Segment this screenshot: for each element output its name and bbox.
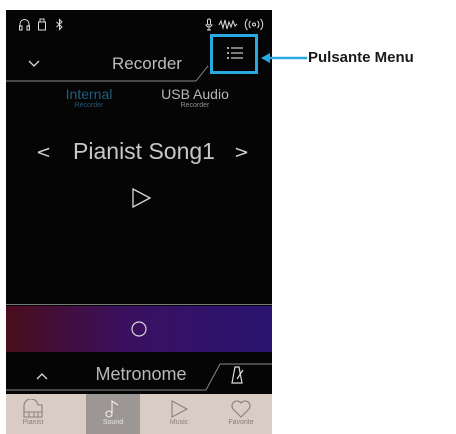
heart-icon — [231, 400, 251, 418]
nav-label: Pianist — [22, 419, 44, 426]
play-icon — [171, 400, 189, 418]
callout-arrow-icon — [261, 53, 307, 63]
divider — [6, 304, 272, 305]
tab-internal-recorder[interactable]: Internal Recorder — [34, 86, 144, 109]
song-title: Pianist Song1 — [73, 138, 215, 164]
metronome-bar: Metronome — [6, 356, 272, 398]
metronome-icon[interactable] — [226, 364, 248, 390]
nav-music[interactable]: Music — [152, 394, 206, 434]
nav-label: Favorite — [228, 419, 254, 426]
nav-label: Sound — [102, 419, 124, 426]
menu-button[interactable] — [210, 34, 258, 74]
recorder-title: Recorder — [112, 54, 182, 73]
nav-sound[interactable]: Sound — [86, 394, 140, 434]
record-bar[interactable] — [6, 306, 272, 352]
piano-icon — [23, 399, 43, 418]
metronome-title: Metronome — [95, 364, 187, 384]
next-song-button[interactable]: > — [234, 142, 249, 163]
record-icon — [131, 321, 147, 337]
music-note-icon — [105, 399, 119, 418]
nav-label: Music — [169, 419, 189, 426]
audio-wave-icon — [218, 18, 238, 34]
callout-label: Pulsante Menu — [308, 49, 414, 66]
mic-icon — [205, 18, 213, 34]
collapse-chevron-icon[interactable] — [28, 54, 40, 72]
tab-sublabel: Recorder — [74, 102, 104, 109]
tab-sublabel: Recorder — [180, 102, 210, 109]
song-selector: < Pianist Song1 > — [6, 134, 272, 174]
play-icon — [132, 187, 152, 209]
wireless-icon — [244, 18, 264, 34]
nav-favorite[interactable]: Favorite — [214, 394, 268, 434]
usb-memory-icon — [37, 18, 47, 34]
tab-label: Internal — [65, 86, 113, 102]
list-menu-icon — [227, 47, 243, 59]
headphones-icon — [18, 18, 31, 34]
nav-pianist[interactable]: Pianist — [6, 394, 60, 434]
bluetooth-icon — [55, 18, 64, 34]
expand-chevron-icon[interactable] — [36, 368, 48, 384]
tab-usb-audio-recorder[interactable]: USB Audio Recorder — [140, 86, 250, 109]
bottom-nav: Pianist Sound Music Favorite — [6, 394, 272, 434]
previous-song-button[interactable]: < — [36, 142, 51, 163]
tab-label: USB Audio — [161, 86, 229, 102]
recorder-tabs: Internal Recorder USB Audio Recorder — [6, 84, 272, 124]
play-button[interactable] — [130, 187, 152, 213]
